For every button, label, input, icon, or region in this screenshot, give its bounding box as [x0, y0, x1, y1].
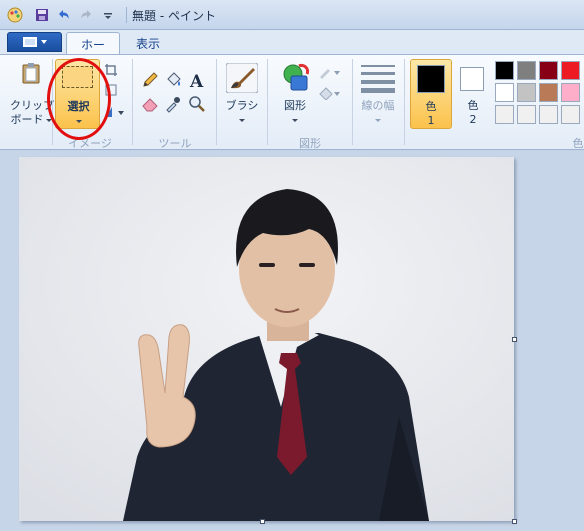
customize-qat-icon[interactable] [100, 7, 116, 23]
brushes-label: ブラシ [225, 99, 259, 112]
color2-label-line2: 2 [469, 113, 477, 126]
line-width-icon [361, 65, 395, 93]
group-separator [404, 59, 405, 145]
text-tool-icon[interactable]: A [188, 71, 206, 89]
tab-home[interactable]: ホーム [66, 32, 120, 69]
tools-group: A [139, 69, 209, 113]
palette-swatch[interactable] [517, 105, 536, 124]
chevron-down-icon [375, 119, 381, 122]
window-title: 無題 - ペイント [132, 9, 216, 23]
line-width-button[interactable]: 線の幅 [358, 59, 398, 133]
fill-bucket-icon[interactable] [164, 71, 182, 89]
drawing-canvas[interactable] [19, 157, 514, 521]
brush-icon [226, 63, 258, 93]
palette-swatch[interactable] [539, 83, 558, 102]
person-photo [19, 157, 514, 521]
clipboard-label-line2: ボード [10, 113, 44, 126]
palette-swatch[interactable] [561, 83, 580, 102]
palette-swatch[interactable] [539, 61, 558, 80]
chevron-down-icon [239, 119, 245, 122]
color1-button[interactable]: 色 1 [410, 59, 452, 129]
color-picker-icon[interactable] [164, 95, 182, 113]
line-width-label: 線の幅 [361, 99, 395, 112]
group-separator [352, 59, 353, 145]
shapes-label: 図形 [284, 99, 306, 112]
tools-group-label: ツール [158, 137, 192, 150]
color2-button[interactable]: 色 2 [455, 59, 493, 129]
pencil-icon[interactable] [141, 71, 159, 89]
palette-swatch[interactable] [495, 61, 514, 80]
eraser-icon[interactable] [141, 95, 159, 113]
clipboard-icon [22, 63, 40, 84]
quick-access-toolbar [34, 6, 122, 24]
color1-label-line1: 色 [425, 100, 437, 113]
palette-swatch[interactable] [539, 105, 558, 124]
canvas-resize-handle-right[interactable] [512, 337, 517, 342]
group-separator [216, 59, 217, 145]
outline-icon[interactable] [318, 65, 342, 79]
palette-swatch[interactable] [495, 83, 514, 102]
svg-text:A: A [189, 72, 204, 89]
clipboard-button[interactable]: クリップ ボード [8, 59, 54, 135]
shapes-button[interactable]: 図形 [275, 59, 315, 133]
tab-view[interactable]: 表示 [126, 32, 170, 54]
canvas-resize-handle-bottom[interactable] [260, 519, 265, 524]
shapes-icon [283, 63, 310, 91]
red-circle-annotation [47, 58, 111, 140]
color2-swatch [460, 67, 484, 91]
palette-swatch[interactable] [495, 105, 514, 124]
group-separator [267, 59, 268, 145]
paint-menu-button[interactable] [7, 32, 62, 52]
save-icon[interactable] [34, 7, 50, 23]
canvas-resize-handle-corner[interactable] [512, 519, 517, 524]
color1-label-line2: 1 [427, 114, 435, 127]
group-separator [132, 59, 133, 145]
magnifier-icon[interactable] [188, 95, 206, 113]
crop-icon[interactable] [104, 63, 118, 77]
colors-group-label: 色 [572, 137, 584, 150]
color1-swatch [417, 65, 445, 93]
shapes-group-label: 図形 [299, 137, 321, 150]
color-palette [495, 61, 584, 127]
brushes-button[interactable]: ブラシ [222, 59, 262, 133]
palette-swatch[interactable] [517, 61, 536, 80]
ribbon-tabs: ホーム 表示 [0, 30, 584, 69]
chevron-down-icon [292, 119, 298, 122]
paint-menu-icon [22, 37, 37, 47]
title-bar: 無題 - ペイント [0, 0, 584, 30]
chevron-down-icon [40, 40, 47, 44]
undo-icon[interactable] [56, 7, 72, 23]
palette-swatch[interactable] [517, 83, 536, 102]
palette-swatch[interactable] [561, 61, 580, 80]
paint-app-icon[interactable] [6, 6, 24, 24]
fill-icon[interactable] [318, 86, 342, 100]
title-separator [126, 7, 127, 23]
redo-icon[interactable] [78, 7, 94, 23]
palette-swatch[interactable] [561, 105, 580, 124]
color2-label-line1: 色 [467, 99, 479, 112]
